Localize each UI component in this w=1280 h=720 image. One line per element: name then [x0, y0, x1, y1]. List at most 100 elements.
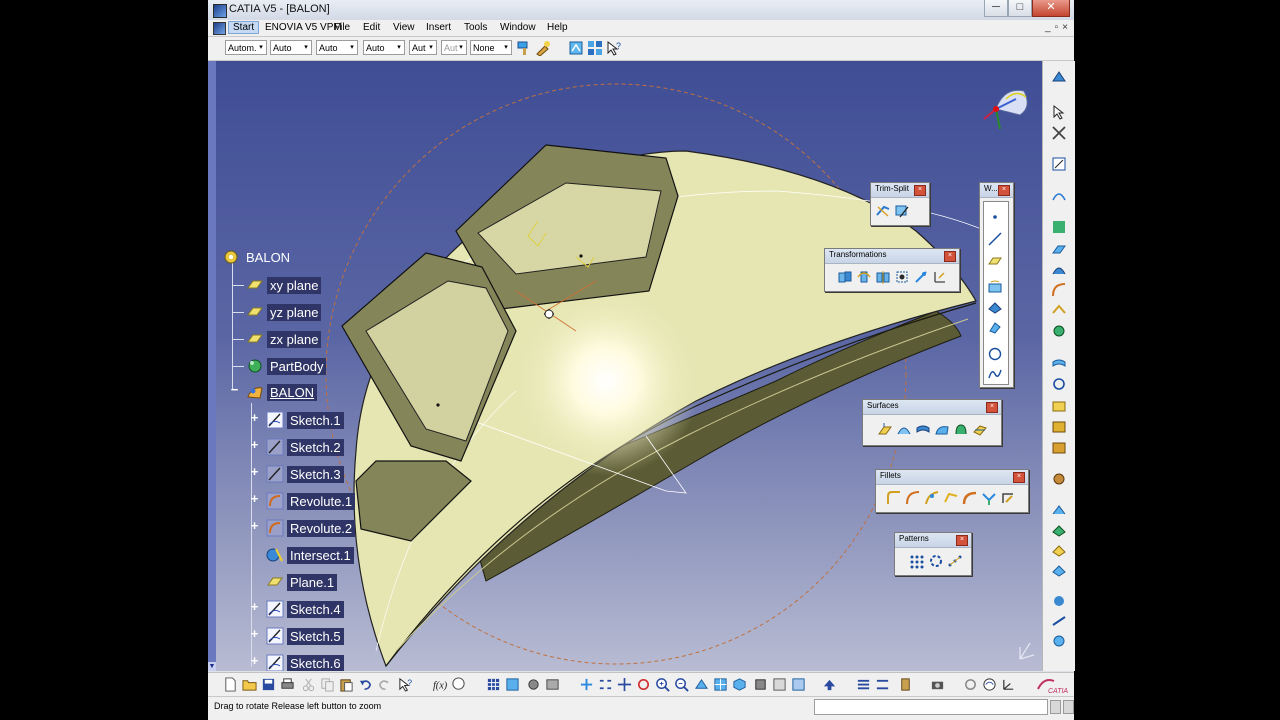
- extrude-icon[interactable]: [877, 422, 893, 438]
- compass-icon[interactable]: [976, 79, 1032, 135]
- update-icon[interactable]: [822, 677, 837, 692]
- circular-pattern-icon[interactable]: [928, 553, 944, 569]
- comment-icon[interactable]: [451, 677, 466, 692]
- layer-combo[interactable]: None ▾: [470, 40, 512, 55]
- symmetry-icon[interactable]: [875, 269, 891, 285]
- transparency-combo[interactable]: Auto ▾: [270, 40, 312, 55]
- intersection-icon[interactable]: [987, 299, 1003, 315]
- corner-icon[interactable]: [1000, 490, 1016, 506]
- menu-start[interactable]: Start: [228, 21, 260, 34]
- tree-item-plane-1[interactable]: Plane.1: [266, 571, 338, 593]
- capture-icon[interactable]: [963, 677, 978, 692]
- tools-icon[interactable]: [1051, 125, 1067, 141]
- axis-icon[interactable]: [1001, 677, 1016, 692]
- shape-fillet-icon[interactable]: [886, 490, 902, 506]
- axis-to-axis-icon[interactable]: [932, 269, 948, 285]
- spline-icon[interactable]: [987, 366, 1003, 382]
- doc-close-button[interactable]: ×: [1062, 22, 1068, 33]
- expand-toggle[interactable]: +: [248, 519, 261, 533]
- trim-split-toolbar[interactable]: Trim-Split ×: [870, 182, 930, 226]
- line-thickness-combo[interactable]: Auto ▾: [316, 40, 358, 55]
- rotate-view-icon[interactable]: [636, 677, 651, 692]
- hide-show-icon[interactable]: [772, 677, 787, 692]
- pan-icon[interactable]: [617, 677, 632, 692]
- properties-painter-icon[interactable]: [535, 40, 551, 56]
- scaling-icon[interactable]: [894, 269, 910, 285]
- menu-insert[interactable]: Insert: [426, 22, 451, 33]
- revolve-icon[interactable]: [1051, 262, 1067, 278]
- doc-minimize-button[interactable]: _: [1045, 22, 1051, 33]
- tree-item-sketch-4[interactable]: + Sketch.4: [251, 598, 344, 620]
- menu-help[interactable]: Help: [547, 22, 568, 33]
- replication-icon[interactable]: [1051, 593, 1067, 609]
- chordal-fillet-icon[interactable]: [943, 490, 959, 506]
- close-icon[interactable]: ×: [986, 402, 998, 413]
- constraint-defined-icon[interactable]: [1051, 633, 1067, 649]
- linetype-combo[interactable]: Auto ▾: [363, 40, 405, 55]
- grid-display-icon[interactable]: [587, 40, 603, 56]
- normal-view-icon[interactable]: [694, 677, 709, 692]
- offset-curve-icon[interactable]: [987, 319, 1003, 335]
- select-icon[interactable]: [1051, 104, 1067, 120]
- surface-icon[interactable]: [1051, 522, 1067, 538]
- menu-edit[interactable]: Edit: [363, 22, 380, 33]
- command-input[interactable]: [814, 699, 1048, 715]
- close-icon[interactable]: ×: [944, 251, 956, 262]
- collapse-toggle[interactable]: −: [228, 383, 241, 397]
- tree-item-sketch-2[interactable]: + Sketch.2: [251, 436, 344, 458]
- sweep-icon[interactable]: [934, 422, 950, 438]
- scene-icon[interactable]: [898, 677, 913, 692]
- surfaces-toolbar[interactable]: Surfaces ×: [862, 399, 1002, 446]
- minimize-button[interactable]: ─: [984, 0, 1008, 17]
- menu-tools[interactable]: Tools: [464, 22, 487, 33]
- workbench-icon[interactable]: [568, 40, 584, 56]
- edge-fillet-icon[interactable]: [905, 490, 921, 506]
- print-icon[interactable]: [280, 677, 295, 692]
- expand-toggle[interactable]: +: [248, 600, 261, 614]
- swap-space-icon[interactable]: [791, 677, 806, 692]
- fit-all-icon[interactable]: [598, 677, 613, 692]
- tree-scrollbar[interactable]: ▼: [208, 61, 216, 671]
- expand-toggle[interactable]: +: [248, 492, 261, 506]
- expand-toggle[interactable]: +: [248, 438, 261, 452]
- user-pattern-icon[interactable]: [947, 553, 963, 569]
- shading-icon[interactable]: [753, 677, 768, 692]
- line-icon[interactable]: [987, 231, 1003, 247]
- tree-item-revolute-1[interactable]: + Revolute.1: [251, 490, 356, 512]
- measure-icon[interactable]: [1051, 419, 1067, 435]
- catalog-icon[interactable]: [505, 677, 520, 692]
- multi-view-icon[interactable]: [713, 677, 728, 692]
- menu-window[interactable]: Window: [500, 22, 536, 33]
- tree-item-yz-plane[interactable]: yz plane: [246, 301, 322, 323]
- variable-fillet-icon[interactable]: [924, 490, 940, 506]
- revolve-icon[interactable]: [896, 422, 912, 438]
- tree-item-sketch-3[interactable]: + Sketch.3: [251, 463, 344, 485]
- patterns-toolbar[interactable]: Patterns ×: [894, 532, 972, 576]
- point-symbol-combo[interactable]: Aut ▾: [409, 40, 437, 55]
- formula-icon[interactable]: f(x): [432, 677, 447, 692]
- undo-icon[interactable]: [358, 677, 373, 692]
- cut-icon[interactable]: [301, 677, 316, 692]
- tree-item-xy-plane[interactable]: xy plane: [246, 274, 322, 296]
- rectangular-pattern-icon[interactable]: [909, 553, 925, 569]
- fly-mode-icon[interactable]: [579, 677, 594, 692]
- knowledge-icon[interactable]: [526, 677, 541, 692]
- expand-toggle[interactable]: +: [248, 654, 261, 668]
- tree-item-zx-plane[interactable]: zx plane: [246, 328, 322, 350]
- healing-icon[interactable]: [1051, 356, 1067, 372]
- reorder-icon[interactable]: [545, 677, 560, 692]
- scroll-down-arrow[interactable]: ▼: [208, 662, 216, 671]
- menu-enovia[interactable]: ENOVIA V5 VPM: [265, 22, 342, 33]
- measure-between-icon[interactable]: [875, 677, 890, 692]
- close-icon[interactable]: ×: [1013, 472, 1025, 483]
- sketch-icon[interactable]: [1051, 188, 1067, 204]
- fillet-icon[interactable]: [1051, 282, 1067, 298]
- workbench-icon[interactable]: [1051, 69, 1067, 85]
- boundary-icon[interactable]: [1051, 303, 1067, 319]
- save-icon[interactable]: [261, 677, 276, 692]
- fill-icon[interactable]: [953, 422, 969, 438]
- close-icon[interactable]: ×: [914, 185, 926, 196]
- close-button[interactable]: ✕: [1032, 0, 1070, 17]
- circle-icon[interactable]: [987, 346, 1003, 362]
- format-painter-icon[interactable]: [516, 40, 532, 56]
